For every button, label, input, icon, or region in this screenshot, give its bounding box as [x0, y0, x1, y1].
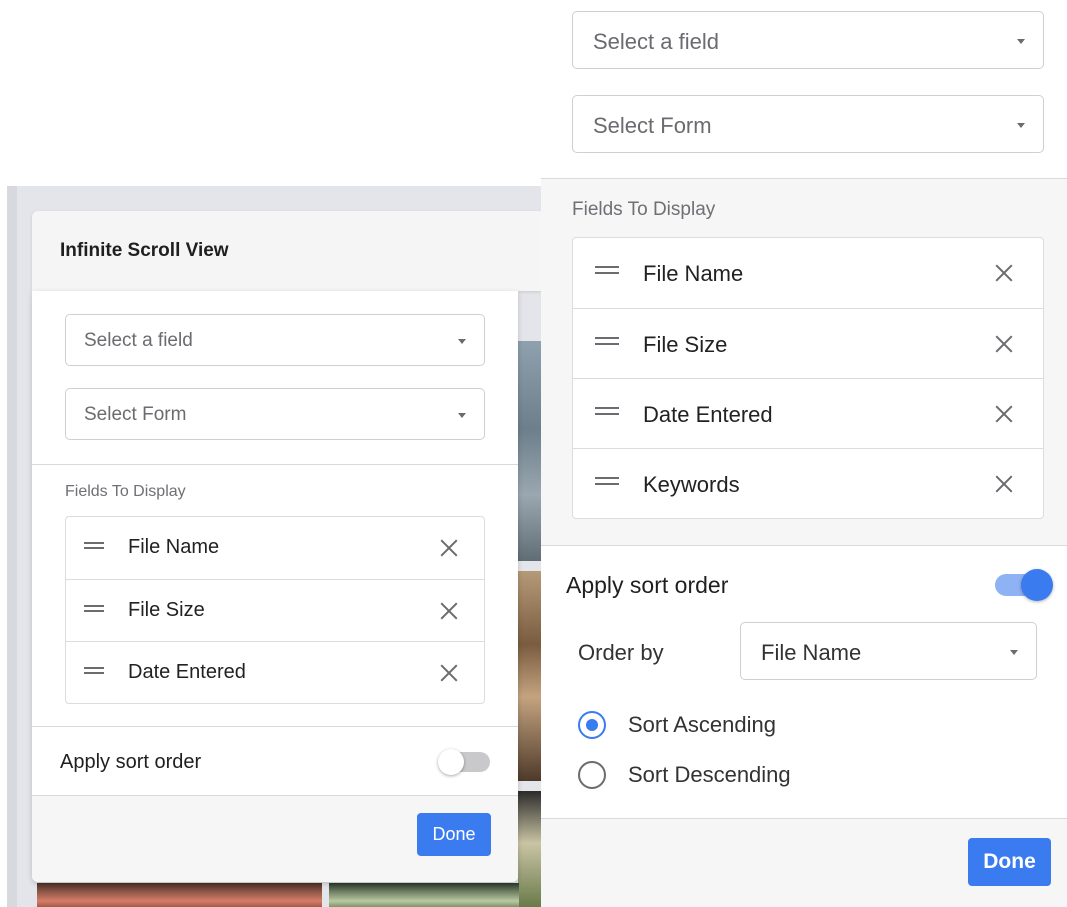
gallery-photo	[37, 883, 322, 907]
remove-icon[interactable]	[995, 264, 1013, 282]
sort-descending-label: Sort Descending	[628, 762, 791, 787]
drag-handle-icon[interactable]	[595, 477, 619, 485]
list-item: File Name	[66, 517, 484, 579]
gallery-photo	[518, 791, 541, 907]
field-name: Date Entered	[643, 402, 773, 427]
gallery-edge	[7, 186, 17, 907]
drag-handle-icon[interactable]	[595, 266, 619, 274]
toggle-knob	[438, 749, 464, 775]
remove-icon[interactable]	[440, 602, 458, 620]
gallery-photo	[329, 883, 519, 907]
modal-title: Infinite Scroll View	[60, 240, 229, 261]
fields-list: File Name File Size Date Entered	[65, 516, 485, 704]
field-select[interactable]: Select a field	[65, 314, 485, 366]
list-item: Date Entered	[573, 378, 1043, 448]
form-select[interactable]: Select Form	[572, 95, 1044, 153]
field-select-placeholder: Select a field	[84, 330, 193, 351]
remove-icon[interactable]	[440, 664, 458, 682]
caret-down-icon	[458, 413, 466, 418]
done-button[interactable]: Done	[417, 813, 491, 856]
field-select-placeholder: Select a field	[593, 29, 719, 54]
divider	[32, 726, 518, 727]
remove-icon[interactable]	[995, 335, 1013, 353]
field-name: File Name	[128, 536, 220, 558]
fields-to-display-label: Fields To Display	[65, 483, 186, 500]
sort-toggle[interactable]	[995, 569, 1053, 601]
apply-sort-label: Apply sort order	[566, 572, 729, 598]
list-item: File Size	[573, 308, 1043, 378]
drag-handle-icon[interactable]	[84, 605, 104, 612]
modal-header: Infinite Scroll View	[32, 211, 542, 291]
sort-toggle[interactable]	[438, 749, 490, 775]
fields-list: File Name File Size Date Entered Keyword…	[572, 237, 1044, 519]
list-item: File Size	[66, 579, 484, 641]
order-by-value: File Name	[761, 640, 862, 665]
done-button[interactable]: Done	[968, 838, 1051, 886]
drag-handle-icon[interactable]	[84, 542, 104, 549]
list-item: Date Entered	[66, 641, 484, 703]
form-select-placeholder: Select Form	[84, 404, 187, 425]
field-name: Keywords	[643, 472, 740, 497]
settings-panel: Select a field Select Form Fields To Dis…	[32, 291, 518, 882]
caret-down-icon	[458, 339, 466, 344]
field-select[interactable]: Select a field	[572, 11, 1044, 69]
apply-sort-label: Apply sort order	[60, 751, 202, 773]
field-name: File Name	[643, 261, 744, 286]
sort-descending-radio[interactable]	[578, 761, 606, 789]
remove-icon[interactable]	[995, 405, 1013, 423]
caret-down-icon	[1010, 650, 1018, 655]
field-name: Date Entered	[128, 661, 246, 683]
drag-handle-icon[interactable]	[84, 667, 104, 674]
remove-icon[interactable]	[995, 475, 1013, 493]
field-name: File Size	[128, 599, 205, 621]
sort-ascending-radio[interactable]	[578, 711, 606, 739]
field-name: File Size	[643, 332, 728, 357]
gallery-photo	[518, 571, 541, 781]
drag-handle-icon[interactable]	[595, 337, 619, 345]
caret-down-icon	[1017, 123, 1025, 128]
fields-to-display-label: Fields To Display	[572, 199, 716, 220]
gallery-photo	[518, 341, 541, 561]
toggle-knob	[1021, 569, 1053, 601]
list-item: File Name	[573, 238, 1043, 308]
divider	[32, 464, 518, 465]
sort-ascending-label: Sort Ascending	[628, 712, 776, 737]
drag-handle-icon[interactable]	[595, 407, 619, 415]
caret-down-icon	[1017, 39, 1025, 44]
form-select[interactable]: Select Form	[65, 388, 485, 440]
order-by-label: Order by	[578, 640, 664, 665]
remove-icon[interactable]	[440, 539, 458, 557]
order-by-select[interactable]: File Name	[740, 622, 1037, 680]
form-select-placeholder: Select Form	[593, 113, 712, 138]
list-item: Keywords	[573, 448, 1043, 518]
